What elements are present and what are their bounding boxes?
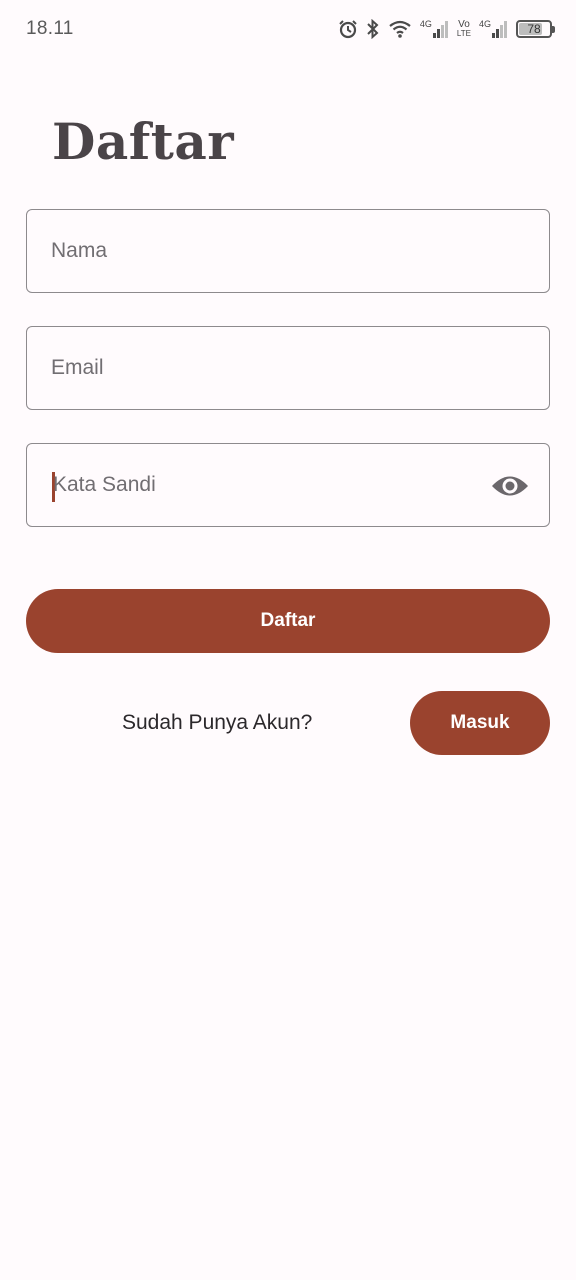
network-2-label: 4G [478, 19, 491, 29]
wifi-icon [388, 19, 412, 39]
signal-icon [432, 20, 449, 38]
page-title: Daftar [52, 112, 235, 171]
bluetooth-icon [366, 19, 380, 39]
eye-icon[interactable] [491, 468, 529, 504]
name-field[interactable] [26, 209, 550, 293]
email-input[interactable] [51, 327, 491, 409]
login-button[interactable]: Masuk [410, 691, 550, 755]
password-field[interactable] [26, 443, 550, 527]
status-bar: 18.11 4G Vo LTE 4G 78 [0, 0, 576, 58]
alarm-icon [338, 19, 358, 39]
register-button[interactable]: Daftar [26, 589, 550, 653]
signal-icon [492, 20, 508, 38]
login-prompt: Sudah Punya Akun? [122, 711, 313, 734]
battery-level: 78 [527, 22, 541, 36]
name-input[interactable] [51, 210, 491, 292]
battery-icon: 78 [516, 20, 555, 38]
status-icons: 4G Vo LTE 4G 78 [338, 16, 555, 42]
network-1: 4G [420, 20, 449, 38]
network-2: 4G [479, 20, 508, 38]
password-input[interactable] [53, 444, 493, 526]
volte-bottom: LTE [456, 29, 471, 38]
volte-indicator: Vo LTE [456, 19, 471, 39]
network-1-label: 4G [419, 19, 432, 29]
login-row: Sudah Punya Akun? Masuk [0, 691, 576, 755]
volte-top: Vo [458, 19, 470, 30]
status-time: 18.11 [26, 18, 74, 39]
email-field[interactable] [26, 326, 550, 410]
